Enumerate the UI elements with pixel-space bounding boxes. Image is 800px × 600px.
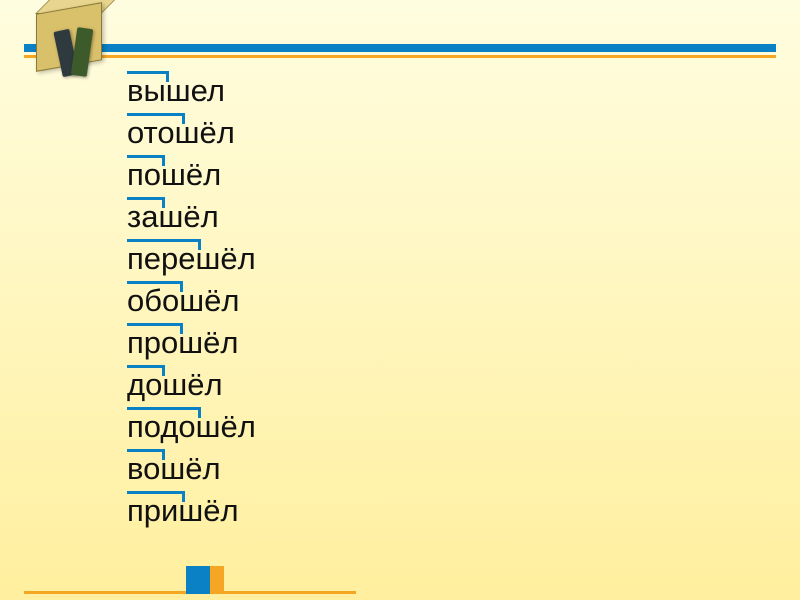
prefix-bracket-icon — [127, 155, 165, 166]
accent-orange-bar — [210, 566, 224, 594]
prefix-bracket-icon — [127, 239, 201, 250]
word-item: вышел — [127, 70, 256, 112]
prefix-bracket-icon — [127, 197, 165, 208]
word-item: подошёл — [127, 406, 256, 448]
prefix-bracket-icon — [127, 449, 165, 460]
prefix-bracket-icon — [127, 323, 183, 334]
word-item: обошёл — [127, 280, 256, 322]
slide: вышелотошёлпошёлзашёлперешёлобошёлпрошёл… — [0, 0, 800, 600]
bottom-accent-block — [186, 566, 356, 594]
prefix-bracket-icon — [127, 407, 201, 418]
word-item: пришёл — [127, 490, 256, 532]
prefix-bracket-icon — [127, 491, 185, 502]
books-icon — [30, 8, 114, 92]
prefix-bracket-icon — [127, 71, 169, 82]
accent-blue-bar — [186, 566, 210, 594]
prefix-bracket-icon — [127, 365, 165, 376]
word-item: зашёл — [127, 196, 256, 238]
word-item: перешёл — [127, 238, 256, 280]
accent-orange-rule — [224, 591, 356, 594]
word-list: вышелотошёлпошёлзашёлперешёлобошёлпрошёл… — [127, 70, 256, 532]
prefix-bracket-icon — [127, 281, 183, 292]
word-item: дошёл — [127, 364, 256, 406]
word-item: вошёл — [127, 448, 256, 490]
word-item: пошёл — [127, 154, 256, 196]
bottom-left-rule — [24, 591, 186, 594]
word-item: отошёл — [127, 112, 256, 154]
top-horizontal-rule — [24, 44, 776, 52]
word-item: прошёл — [127, 322, 256, 364]
prefix-bracket-icon — [127, 113, 185, 124]
